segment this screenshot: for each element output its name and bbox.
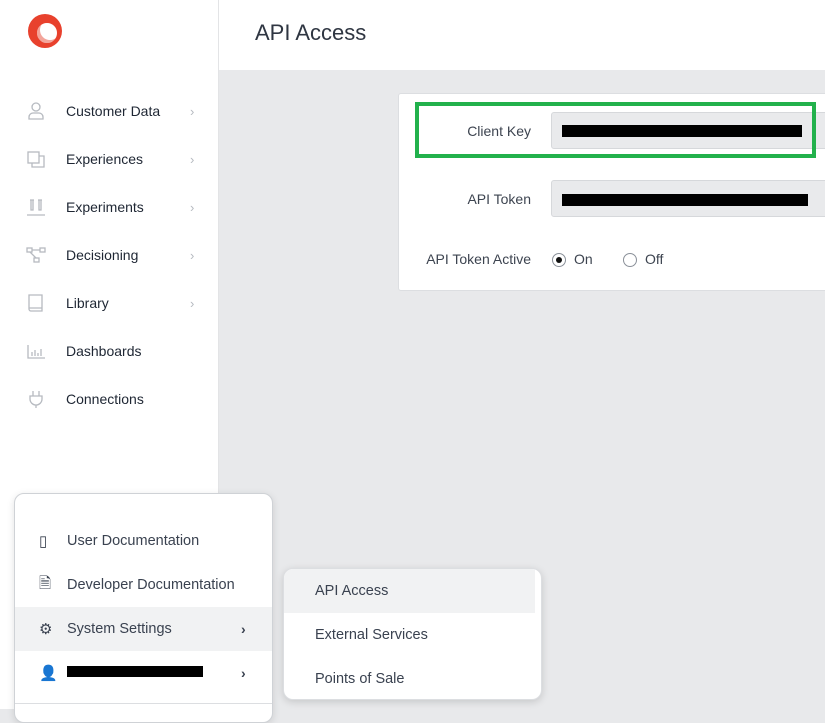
- sidebar-item-label: Dashboards: [66, 343, 142, 359]
- menu-item-system-settings[interactable]: ⚙ System Settings ›: [15, 607, 272, 651]
- test-tubes-icon: [27, 199, 45, 216]
- system-settings-submenu: API Access External Services Points of S…: [283, 568, 542, 700]
- sidebar-item-experiments[interactable]: Experiments ›: [0, 192, 218, 222]
- flow-icon: [26, 247, 46, 263]
- radio-off[interactable]: [623, 253, 637, 267]
- sidebar-item-experiences[interactable]: Experiences ›: [0, 144, 218, 174]
- sidebar-item-connections[interactable]: Connections: [0, 384, 218, 414]
- user-menu: ▯ User Documentation 🗎 Developer Documen…: [14, 493, 273, 723]
- page-header: API Access: [219, 0, 825, 70]
- user-icon: [28, 102, 44, 120]
- chevron-right-icon: ›: [241, 665, 246, 681]
- menu-item-user-account[interactable]: 👤 Alexei Vershalovich ›: [15, 651, 272, 695]
- sidebar-item-label: Connections: [66, 391, 144, 407]
- sidebar-item-decisioning[interactable]: Decisioning ›: [0, 240, 218, 270]
- menu-item-user-documentation[interactable]: ▯ User Documentation: [15, 519, 272, 563]
- page-title: API Access: [255, 20, 367, 45]
- submenu-item-label: External Services: [315, 627, 428, 643]
- sidebar-item-label: Experiences: [66, 151, 144, 167]
- submenu-item-external-services[interactable]: External Services: [284, 613, 535, 657]
- submenu-item-label: API Access: [315, 583, 389, 599]
- sidebar-item-library[interactable]: Library ›: [0, 288, 218, 318]
- sidebar-item-customer-data[interactable]: Customer Data ›: [0, 96, 218, 126]
- sidebar-item-label: Library: [66, 295, 109, 311]
- menu-item-label: Developer Documentation: [67, 577, 235, 593]
- api-token-field[interactable]: [551, 180, 825, 217]
- sidebar-item-label: Customer Data: [66, 103, 161, 119]
- gear-icon: ⚙: [39, 621, 53, 638]
- sidebar-item-dashboards[interactable]: Dashboards: [0, 336, 218, 366]
- chevron-right-icon: ›: [190, 103, 195, 119]
- chevron-right-icon: ›: [190, 247, 195, 263]
- book-icon: ▯: [39, 533, 48, 550]
- highlight-box: [415, 102, 816, 158]
- bar-chart-icon: [27, 345, 45, 359]
- chevron-right-icon: ›: [190, 199, 195, 215]
- sitecore-logo[interactable]: [28, 14, 62, 48]
- divider: [15, 703, 272, 704]
- experiences-icon: [27, 151, 45, 168]
- menu-item-label: System Settings: [67, 621, 172, 637]
- menu-item-developer-documentation[interactable]: 🗎 Developer Documentation: [15, 563, 272, 607]
- radio-on-label: On: [574, 251, 593, 267]
- book-icon: [28, 294, 43, 312]
- chevron-right-icon: ›: [190, 295, 195, 311]
- redaction-bar: [562, 194, 808, 206]
- radio-off-label: Off: [645, 251, 664, 267]
- submenu-item-points-of-sale[interactable]: Points of Sale: [284, 657, 535, 699]
- radio-on[interactable]: [552, 253, 566, 267]
- submenu-item-api-access[interactable]: API Access: [284, 569, 535, 613]
- chevron-right-icon: ›: [190, 151, 195, 167]
- user-settings-icon: 👤: [39, 665, 58, 682]
- plug-icon: [29, 391, 43, 408]
- sidebar-item-label: Decisioning: [66, 247, 139, 263]
- menu-item-label: User Documentation: [67, 533, 200, 549]
- redaction-bar: [67, 666, 203, 677]
- chevron-right-icon: ›: [241, 621, 246, 637]
- code-file-icon: 🗎: [39, 574, 52, 592]
- api-token-label: API Token: [467, 191, 531, 207]
- api-token-active-label: API Token Active: [426, 251, 531, 267]
- submenu-item-label: Points of Sale: [315, 671, 405, 687]
- sidebar-item-label: Experiments: [66, 199, 144, 215]
